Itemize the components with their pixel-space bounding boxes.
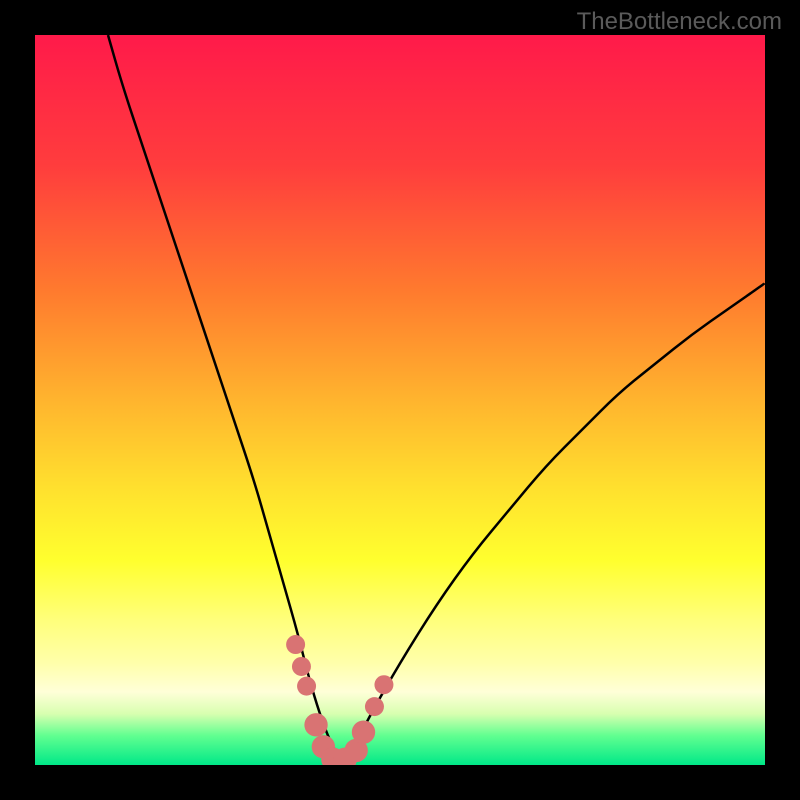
plot-area (35, 35, 765, 765)
data-marker (374, 675, 393, 694)
data-marker (286, 635, 305, 654)
watermark-text: TheBottleneck.com (577, 8, 782, 36)
data-marker (365, 697, 384, 716)
data-marker (297, 677, 316, 696)
data-marker (352, 720, 375, 743)
data-marker (304, 713, 327, 736)
bottleneck-curve (108, 35, 765, 757)
curve-overlay (35, 35, 765, 765)
data-marker (292, 657, 311, 676)
